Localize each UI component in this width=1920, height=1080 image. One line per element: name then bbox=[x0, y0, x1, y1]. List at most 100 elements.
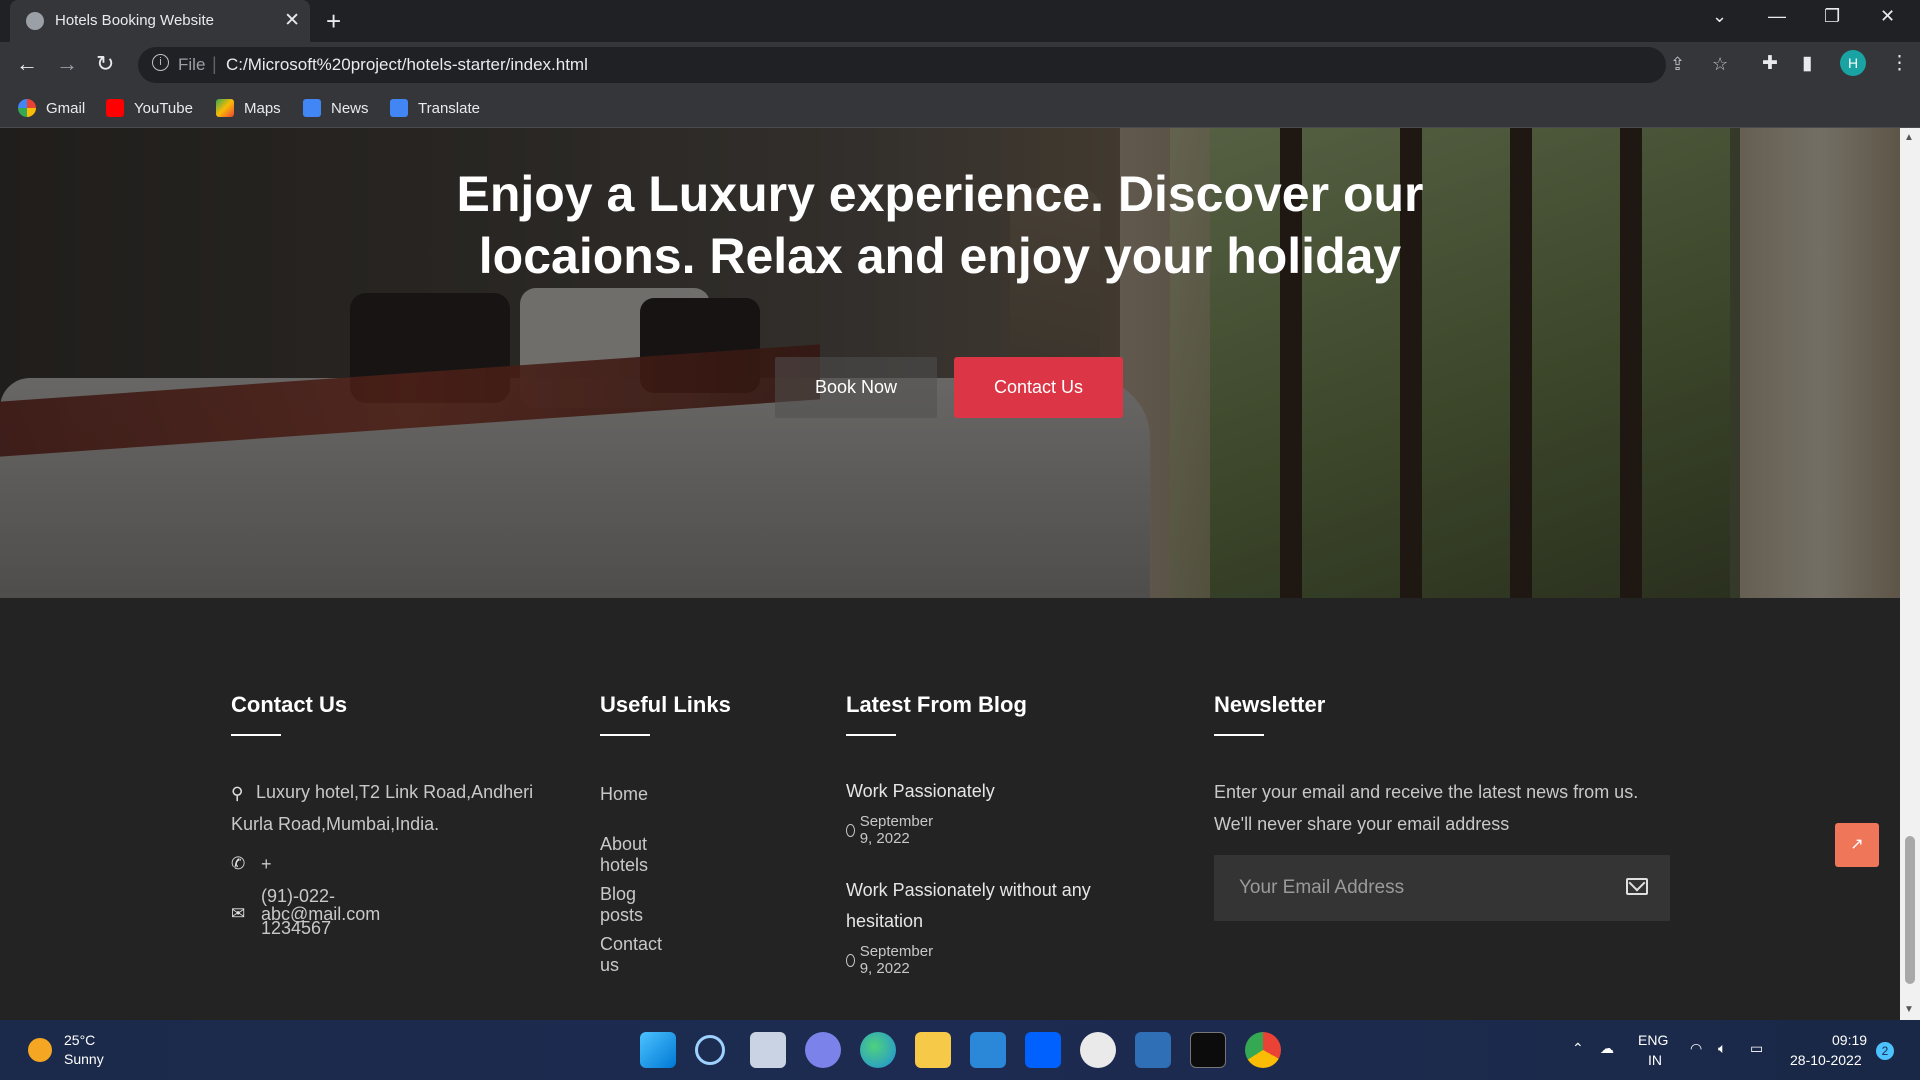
title-underline bbox=[1214, 734, 1264, 736]
news-icon bbox=[303, 99, 321, 117]
side-panel-icon[interactable]: ▮ bbox=[1802, 52, 1812, 75]
omnibox-separator: | bbox=[212, 54, 217, 74]
footer-contact-title: Contact Us bbox=[231, 692, 348, 717]
reload-icon[interactable]: ↻ bbox=[96, 51, 114, 77]
menu-kebab-icon[interactable]: ⋮ bbox=[1890, 52, 1909, 75]
lang-primary[interactable]: ENG bbox=[1638, 1032, 1668, 1048]
bookmark-label: YouTube bbox=[134, 99, 193, 117]
search-icon[interactable] bbox=[695, 1035, 725, 1065]
back-to-top-button[interactable]: ↗ bbox=[1835, 823, 1879, 867]
file-explorer-icon[interactable] bbox=[915, 1032, 951, 1068]
blog-post-title[interactable]: Work Passionately without any hesitation bbox=[846, 875, 1116, 937]
new-tab-button[interactable]: + bbox=[326, 6, 341, 36]
browser-toolbar: ← → ↻ i File | C:/Microsoft%20project/ho… bbox=[0, 42, 1920, 88]
blog-post-date: September 9, 2022 bbox=[846, 943, 937, 977]
site-info-icon[interactable]: i bbox=[152, 54, 169, 71]
terminal-icon[interactable] bbox=[1190, 1032, 1226, 1068]
back-icon[interactable]: ← bbox=[16, 51, 38, 77]
footer-blog-title: Latest From Blog bbox=[846, 692, 1027, 717]
bookmark-label: Maps bbox=[244, 99, 281, 117]
clock-date[interactable]: 28-10-2022 bbox=[1790, 1052, 1862, 1068]
bookmark-label: Translate bbox=[418, 99, 480, 117]
phone-icon: ✆ bbox=[231, 854, 246, 873]
newsletter-email-input[interactable] bbox=[1214, 855, 1614, 921]
scrollbar-thumb[interactable] bbox=[1905, 836, 1915, 984]
title-underline bbox=[600, 734, 650, 736]
envelope-icon[interactable] bbox=[1626, 878, 1648, 895]
tab-title: Hotels Booking Website bbox=[55, 12, 214, 29]
translate-icon bbox=[390, 99, 408, 117]
sun-icon[interactable] bbox=[28, 1038, 52, 1062]
volume-icon[interactable]: 🔈︎ bbox=[1718, 1040, 1726, 1057]
share-icon[interactable]: ⇪ bbox=[1670, 54, 1685, 75]
chrome-icon[interactable] bbox=[1245, 1032, 1281, 1068]
footer-link-home[interactable]: Home bbox=[600, 784, 648, 805]
title-underline bbox=[231, 734, 281, 736]
footer-link-about[interactable]: About hotels bbox=[600, 834, 648, 876]
youtube-icon bbox=[106, 99, 124, 117]
blog-date-text: September 9, 2022 bbox=[859, 943, 934, 977]
bookmark-label: News bbox=[331, 99, 369, 117]
book-now-button[interactable]: Book Now bbox=[775, 357, 937, 418]
window-close-icon[interactable]: ✕ bbox=[1880, 6, 1895, 27]
edge-icon[interactable] bbox=[860, 1032, 896, 1068]
lang-secondary[interactable]: IN bbox=[1648, 1052, 1662, 1068]
forward-icon[interactable]: → bbox=[56, 51, 78, 77]
site-footer: Contact Us ⚲ Luxury hotel,T2 Link Road,A… bbox=[0, 598, 1900, 1020]
bookmark-translate[interactable]: Translate bbox=[390, 96, 480, 120]
hero-section: Enjoy a Luxury experience. Discover our … bbox=[0, 128, 1900, 598]
bookmark-star-icon[interactable]: ☆ bbox=[1712, 54, 1728, 75]
mail-icon[interactable] bbox=[970, 1032, 1006, 1068]
blog-post-date: September 9, 2022 bbox=[846, 813, 937, 847]
github-icon[interactable] bbox=[1080, 1032, 1116, 1068]
contact-email[interactable]: abc@mail.com bbox=[261, 898, 380, 930]
browser-tab[interactable]: Hotels Booking Website ✕ bbox=[10, 0, 310, 42]
url-text[interactable]: C:/Microsoft%20project/hotels-starter/in… bbox=[226, 55, 588, 75]
bookmark-maps[interactable]: Maps bbox=[216, 96, 281, 120]
tab-search-icon[interactable]: ⌄ bbox=[1712, 6, 1727, 27]
tab-close-icon[interactable]: ✕ bbox=[284, 9, 300, 32]
clock-time[interactable]: 09:19 bbox=[1832, 1032, 1867, 1048]
scheme-label: File bbox=[178, 55, 206, 74]
restore-icon[interactable]: ❐ bbox=[1824, 6, 1840, 27]
onedrive-icon[interactable]: ☁ bbox=[1600, 1040, 1614, 1057]
minimize-icon[interactable]: — bbox=[1768, 6, 1786, 27]
scroll-up-icon[interactable]: ▲ bbox=[1904, 132, 1914, 143]
start-icon[interactable] bbox=[640, 1032, 676, 1068]
extensions-icon[interactable]: ✚ bbox=[1762, 52, 1778, 75]
blog-date-text: September 9, 2022 bbox=[859, 813, 934, 847]
contact-address: Luxury hotel,T2 Link Road,Andheri Kurla … bbox=[231, 782, 534, 834]
chat-icon[interactable] bbox=[805, 1032, 841, 1068]
footer-link-blog[interactable]: Blog posts bbox=[600, 884, 643, 926]
browser-tabstrip: Hotels Booking Website ✕ + ⌄ — ❐ ✕ bbox=[0, 0, 1920, 42]
globe-icon bbox=[26, 12, 44, 30]
tray-overflow-icon[interactable]: ⌃ bbox=[1572, 1040, 1584, 1057]
bookmark-news[interactable]: News bbox=[303, 96, 369, 120]
bookmark-label: Gmail bbox=[46, 99, 86, 117]
newsletter-text: Enter your email and receive the latest … bbox=[1214, 782, 1639, 834]
address-bar[interactable]: i File | C:/Microsoft%20project/hotels-s… bbox=[138, 47, 1728, 83]
weather-temp[interactable]: 25°C bbox=[64, 1032, 95, 1048]
store-icon[interactable] bbox=[1135, 1032, 1171, 1068]
task-view-icon[interactable] bbox=[750, 1032, 786, 1068]
footer-link-contact[interactable]: Contact us bbox=[600, 934, 662, 976]
bookmark-gmail[interactable]: Gmail bbox=[18, 96, 85, 120]
profile-avatar[interactable]: H bbox=[1840, 50, 1866, 76]
page-viewport: Enjoy a Luxury experience. Discover our … bbox=[0, 128, 1900, 1020]
scroll-down-icon[interactable]: ▼ bbox=[1904, 1004, 1914, 1015]
wifi-icon[interactable]: ◠ bbox=[1690, 1040, 1702, 1057]
notification-badge[interactable]: 2 bbox=[1876, 1042, 1894, 1060]
blog-post-title[interactable]: Work Passionately bbox=[846, 776, 1116, 807]
bookmarks-bar: Gmail YouTube Maps News Translate bbox=[0, 88, 1920, 128]
dropbox-icon[interactable] bbox=[1025, 1032, 1061, 1068]
newsletter-form bbox=[1214, 855, 1670, 921]
battery-icon[interactable]: ▭ bbox=[1750, 1040, 1763, 1057]
weather-desc[interactable]: Sunny bbox=[64, 1051, 104, 1067]
footer-newsletter-title: Newsletter bbox=[1214, 692, 1326, 717]
bookmark-youtube[interactable]: YouTube bbox=[106, 96, 193, 120]
google-icon bbox=[18, 99, 36, 117]
footer-links-title: Useful Links bbox=[600, 692, 731, 717]
contact-us-button[interactable]: Contact Us bbox=[954, 357, 1123, 418]
page-scrollbar[interactable]: ▲ ▼ bbox=[1900, 128, 1920, 1020]
hero-heading: Enjoy a Luxury experience. Discover our … bbox=[456, 166, 1424, 284]
